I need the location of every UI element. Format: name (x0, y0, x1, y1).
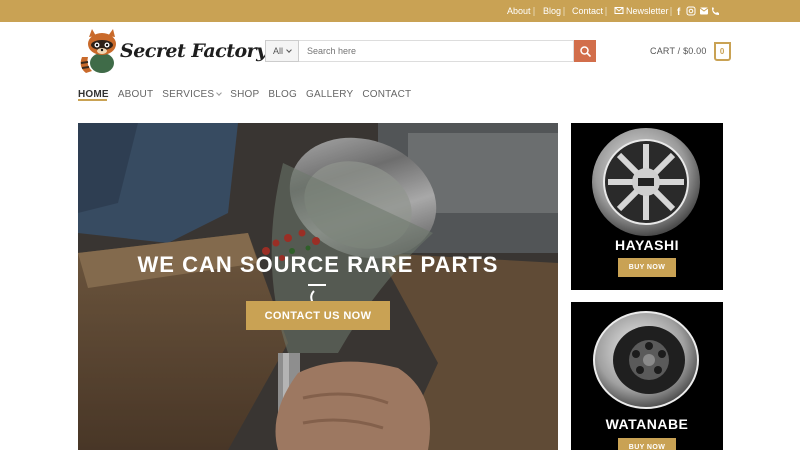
promo-card-hayashi[interactable]: HAYASHI BUY NOW (571, 123, 723, 290)
nav-item-shop[interactable]: SHOP (230, 89, 259, 100)
site-logo[interactable]: Secret Factory (78, 27, 267, 75)
promo-title-hayashi: HAYASHI (615, 237, 679, 253)
logo-wordmark: Secret Factory (120, 40, 267, 62)
top-bar-content: About Blog Contact Newsletter f (507, 6, 719, 18)
nav-item-about[interactable]: ABOUT (118, 89, 153, 100)
newsletter-link[interactable]: Newsletter (614, 6, 669, 16)
promo-title-watanabe: WATANABE (605, 416, 689, 432)
watanabe-wheel-image (593, 311, 699, 409)
buy-now-button-hayashi[interactable]: BUY NOW (618, 258, 676, 277)
newsletter-label: Newsletter (626, 6, 669, 16)
search-bar: All (265, 40, 596, 62)
search-input[interactable] (299, 40, 574, 62)
hero-background-image (78, 123, 558, 450)
chevron-down-icon (216, 89, 223, 96)
top-bar: About Blog Contact Newsletter f (0, 0, 800, 22)
phone-icon[interactable] (712, 7, 719, 15)
hayashi-wheel-image (592, 128, 700, 236)
topbar-link-about[interactable]: About (507, 6, 531, 16)
search-category-select[interactable]: All (265, 40, 299, 62)
instagram-icon[interactable] (686, 6, 696, 16)
cart-link[interactable]: CART / $0.00 0 (650, 40, 731, 62)
nav-item-contact[interactable]: CONTACT (362, 89, 411, 100)
nav-item-blog[interactable]: BLOG (268, 89, 297, 100)
buy-now-button-watanabe[interactable]: BUY NOW (618, 438, 676, 450)
cart-label: CART / $0.00 (650, 46, 707, 56)
facebook-icon[interactable]: f (677, 7, 681, 18)
topbar-link-blog[interactable]: Blog (543, 6, 561, 16)
main-nav: HOME ABOUT SERVICES SHOP BLOG GALLERY CO… (78, 86, 420, 102)
nav-item-home[interactable]: HOME (78, 89, 109, 100)
hero-banner: WE CAN SOURCE RARE PARTS CONTACT US NOW (78, 123, 558, 450)
nav-item-gallery[interactable]: GALLERY (306, 89, 353, 100)
nav-item-services[interactable]: SERVICES (162, 88, 223, 100)
search-category-label: All (272, 46, 283, 56)
nav-item-services-label: SERVICES (162, 88, 215, 100)
promo-card-watanabe[interactable]: WATANABE BUY NOW (571, 302, 723, 450)
raccoon-mascot-icon (80, 29, 116, 73)
cart-count-badge: 0 (713, 41, 731, 61)
contact-us-button[interactable]: CONTACT US NOW (246, 301, 390, 330)
hero-title: WE CAN SOURCE RARE PARTS (137, 252, 499, 277)
search-icon (579, 45, 591, 57)
chevron-down-icon (286, 47, 292, 53)
search-button[interactable] (574, 40, 596, 62)
topbar-link-contact[interactable]: Contact (572, 6, 604, 16)
nav-active-underline (78, 99, 107, 101)
